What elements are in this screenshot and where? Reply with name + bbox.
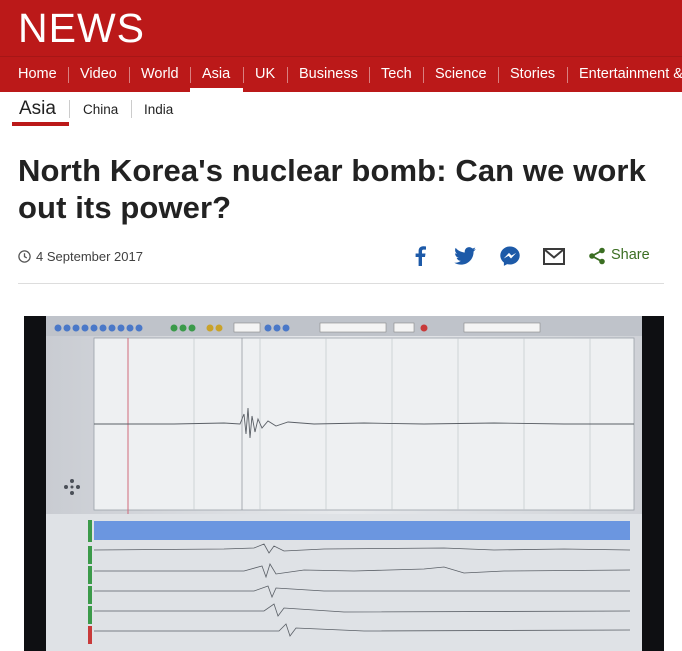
subnav-link-india[interactable]: India (144, 102, 173, 117)
nav-separator (243, 67, 244, 83)
article-date: 4 September 2017 (36, 248, 143, 264)
nav-separator (369, 67, 370, 83)
news-logo[interactable]: NEWS (18, 5, 145, 52)
masthead: NEWS (0, 0, 682, 56)
subnav-separator (131, 100, 132, 118)
article-meta: 4 September 2017 (18, 246, 143, 266)
nav-item-world[interactable]: World (141, 57, 179, 92)
nav-separator (498, 67, 499, 83)
share-bar: Share (408, 244, 664, 268)
top-navigation: Home Video World Asia UK Business Tech S… (0, 56, 682, 92)
seismograph-screen-image (46, 316, 642, 651)
section-title[interactable]: Asia (19, 98, 56, 120)
nav-separator (190, 67, 191, 83)
nav-item-video[interactable]: Video (80, 57, 117, 92)
nav-item-entertainment[interactable]: Entertainment & (579, 57, 682, 92)
email-icon[interactable] (542, 244, 566, 268)
facebook-icon[interactable] (408, 244, 432, 268)
nav-item-uk[interactable]: UK (255, 57, 275, 92)
nav-separator (567, 67, 568, 83)
nav-item-business[interactable]: Business (299, 57, 358, 92)
nav-item-stories[interactable]: Stories (510, 57, 555, 92)
nav-item-science[interactable]: Science (435, 57, 487, 92)
subnav-link-china[interactable]: China (83, 102, 118, 117)
nav-separator (129, 67, 130, 83)
messenger-icon[interactable] (498, 244, 522, 268)
nav-item-home[interactable]: Home (18, 57, 57, 92)
nav-item-asia[interactable]: Asia (202, 57, 230, 92)
nav-separator (287, 67, 288, 83)
share-label[interactable]: Share (611, 247, 650, 263)
section-navigation: Asia China India (0, 92, 682, 130)
nav-item-tech[interactable]: Tech (381, 57, 412, 92)
seismograph-photo (24, 316, 664, 651)
divider (18, 283, 664, 284)
nav-separator (68, 67, 69, 83)
nav-separator (423, 67, 424, 83)
twitter-icon[interactable] (453, 244, 477, 268)
clock-icon (18, 249, 31, 263)
section-active-indicator (12, 122, 69, 126)
subnav-separator (69, 100, 70, 118)
share-icon[interactable] (585, 244, 609, 268)
article-headline: North Korea's nuclear bomb: Can we work … (18, 153, 646, 225)
